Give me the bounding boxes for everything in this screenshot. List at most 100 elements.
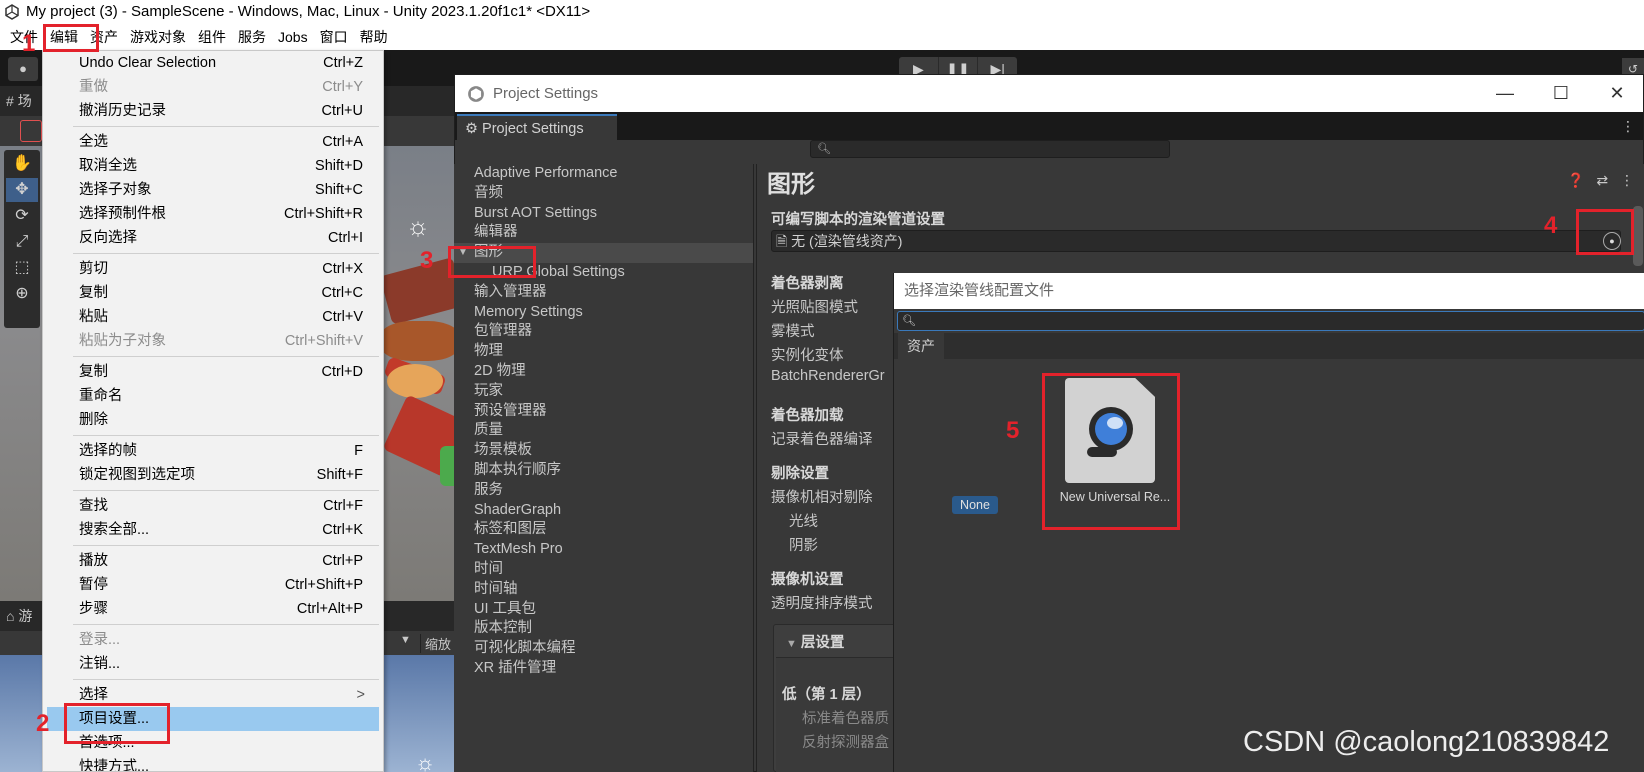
header-icons: ❓ ⇄ ⋮	[1567, 172, 1634, 189]
scene-tab[interactable]: 场	[18, 93, 32, 109]
menu-jobs[interactable]: Jobs	[272, 25, 314, 49]
directional-light-icon[interactable]: ☼	[403, 211, 433, 241]
nav-item[interactable]: 版本控制	[454, 619, 753, 639]
menu-item-undo-history[interactable]: 撤消历史记录 Ctrl+U	[43, 99, 383, 123]
menu-item-duplicate[interactable]: 复制 Ctrl+D	[43, 360, 383, 384]
menu-item-paste-as-child[interactable]: 粘贴为子对象 Ctrl+Shift+V	[43, 329, 383, 353]
nav-item[interactable]: Memory Settings	[454, 303, 753, 323]
minimize-button[interactable]: —	[1477, 75, 1533, 112]
move-tool-icon[interactable]: ✥	[6, 178, 38, 202]
grid-icon: #	[6, 93, 14, 109]
menu-item-deselect-all[interactable]: 取消全选 Shift+D	[43, 154, 383, 178]
menu-item-shortcut: F	[354, 443, 363, 459]
nav-item[interactable]: 可视化脚本编程	[454, 639, 753, 659]
log-shader-compile-label: 记录着色器编译	[771, 432, 873, 448]
ps-search-input[interactable]: 🔍︎	[810, 140, 1170, 158]
menu-item-find[interactable]: 查找 Ctrl+F	[43, 494, 383, 518]
tier-settings-foldout[interactable]: ▼ 层设置	[786, 631, 844, 652]
scrollbar-thumb[interactable]	[1633, 206, 1643, 266]
scale-tool-icon[interactable]: ⤢	[6, 230, 38, 254]
tab-project-settings[interactable]: ⚙ Project Settings	[457, 114, 617, 140]
menu-item-label: 选择子对象	[79, 182, 152, 198]
menu-item-delete[interactable]: 删除	[43, 408, 383, 432]
menu-component[interactable]: 组件	[192, 25, 232, 49]
menu-item-sign-in[interactable]: 登录...	[43, 628, 383, 652]
nav-item[interactable]: 场景模板	[454, 441, 753, 461]
nav-item[interactable]: 时间	[454, 560, 753, 580]
minimize-icon: —	[1496, 83, 1514, 103]
game-tab[interactable]: 游	[18, 608, 32, 624]
menu-item-label: 快捷方式...	[79, 759, 150, 772]
nav-item[interactable]: TextMesh Pro	[454, 540, 753, 560]
menu-item-sign-out[interactable]: 注销...	[43, 652, 383, 676]
menu-item-search-all[interactable]: 搜索全部... Ctrl+K	[43, 518, 383, 542]
preset-icon[interactable]: ⇄	[1596, 172, 1608, 188]
menu-item-undo[interactable]: Undo Clear Selection Ctrl+Z	[43, 51, 383, 75]
menu-item-lock-view[interactable]: 锁定视图到选定项 Shift+F	[43, 463, 383, 487]
menu-item-select-prefab-root[interactable]: 选择预制件根 Ctrl+Shift+R	[43, 202, 383, 226]
nav-item[interactable]: 包管理器	[454, 322, 753, 342]
annotation-number-4: 4	[1544, 212, 1558, 239]
nav-item[interactable]: 质量	[454, 421, 753, 441]
nav-item[interactable]: Adaptive Performance	[454, 164, 753, 184]
nav-item[interactable]: 服务	[454, 481, 753, 501]
nav-item[interactable]: 输入管理器	[454, 283, 753, 303]
rotate-tool-icon[interactable]: ⟳	[6, 204, 38, 228]
menu-item-cut[interactable]: 剪切 Ctrl+X	[43, 257, 383, 281]
picker-search-input[interactable]: 🔍︎	[897, 311, 1644, 331]
nav-item[interactable]: ShaderGraph	[454, 501, 753, 521]
dropdown-arrow-icon[interactable]: ▼	[400, 634, 411, 646]
nav-item[interactable]: 物理	[454, 342, 753, 362]
nav-item[interactable]: 编辑器	[454, 223, 753, 243]
nav-item[interactable]: 标签和图层	[454, 520, 753, 540]
nav-item[interactable]: Burst AOT Settings	[454, 204, 753, 224]
menu-item-invert-selection[interactable]: 反向选择 Ctrl+I	[43, 226, 383, 250]
unity-logo-icon	[5, 3, 19, 20]
menu-gameobject[interactable]: 游戏对象	[124, 25, 192, 49]
help-icon[interactable]: ❓	[1567, 172, 1584, 188]
annotation-box-4	[1576, 209, 1634, 255]
menu-item-pause[interactable]: 暂停 Ctrl+Shift+P	[43, 573, 383, 597]
nav-item[interactable]: 脚本执行顺序	[454, 461, 753, 481]
menu-item-copy[interactable]: 复制 Ctrl+C	[43, 281, 383, 305]
rect-tool-icon[interactable]: ⬚	[6, 256, 38, 280]
transform-tool-icon[interactable]: ⊕	[6, 282, 38, 306]
window-title: My project (3) - SampleScene - Windows, …	[26, 3, 591, 20]
menu-item-label: 复制	[79, 285, 108, 301]
menu-help[interactable]: 帮助	[354, 25, 394, 49]
menu-item-label: 暂停	[79, 577, 108, 593]
close-button[interactable]: ✕	[1589, 75, 1643, 112]
pipeline-field[interactable]: 🗎 无 (渲染管线资产)	[771, 230, 1621, 252]
menu-item-select-all[interactable]: 全选 Ctrl+A	[43, 130, 383, 154]
account-button[interactable]: ●	[8, 57, 38, 81]
nav-item[interactable]: 时间轴	[454, 580, 753, 600]
tab-assets[interactable]: 资产	[898, 333, 944, 359]
nav-item[interactable]: 预设管理器	[454, 402, 753, 422]
menu-item-step[interactable]: 步骤 Ctrl+Alt+P	[43, 597, 383, 621]
menu-item-play[interactable]: 播放 Ctrl+P	[43, 549, 383, 573]
nav-item[interactable]: 2D 物理	[454, 362, 753, 382]
maximize-button[interactable]: ☐	[1533, 75, 1589, 112]
tab-menu-icon[interactable]: ⋮	[1621, 112, 1635, 140]
menu-item-paste[interactable]: 粘贴 Ctrl+V	[43, 305, 383, 329]
nav-item[interactable]: XR 插件管理	[454, 659, 753, 679]
hand-tool-icon[interactable]: ✋	[6, 152, 38, 176]
more-icon[interactable]: ⋮	[1620, 172, 1634, 188]
nav-item[interactable]: UI 工具包	[454, 600, 753, 620]
menu-services[interactable]: 服务	[232, 25, 272, 49]
gamepad-icon: ⌂	[6, 608, 15, 624]
none-option[interactable]: None	[952, 496, 998, 514]
scene-draw-mode-button[interactable]	[20, 120, 42, 142]
menu-window[interactable]: 窗口	[314, 25, 354, 49]
menu-item-redo[interactable]: 重做 Ctrl+Y	[43, 75, 383, 99]
menu-item-select-children[interactable]: 选择子对象 Shift+C	[43, 178, 383, 202]
menu-item-frame-selected[interactable]: 选择的帧 F	[43, 439, 383, 463]
nav-item[interactable]: 玩家	[454, 382, 753, 402]
menu-item-rename[interactable]: 重命名	[43, 384, 383, 408]
menu-item-label: 重做	[79, 79, 108, 95]
menu-item-shortcut: Ctrl+D	[321, 364, 364, 380]
nav-item[interactable]: 音频	[454, 184, 753, 204]
menu-item-shortcuts[interactable]: 快捷方式...	[43, 755, 383, 772]
asset-picker-window: 选择渲染管线配置文件 🔍︎ 资产 None New Universal Re..…	[893, 273, 1644, 772]
annotation-number-2: 2	[36, 710, 50, 737]
